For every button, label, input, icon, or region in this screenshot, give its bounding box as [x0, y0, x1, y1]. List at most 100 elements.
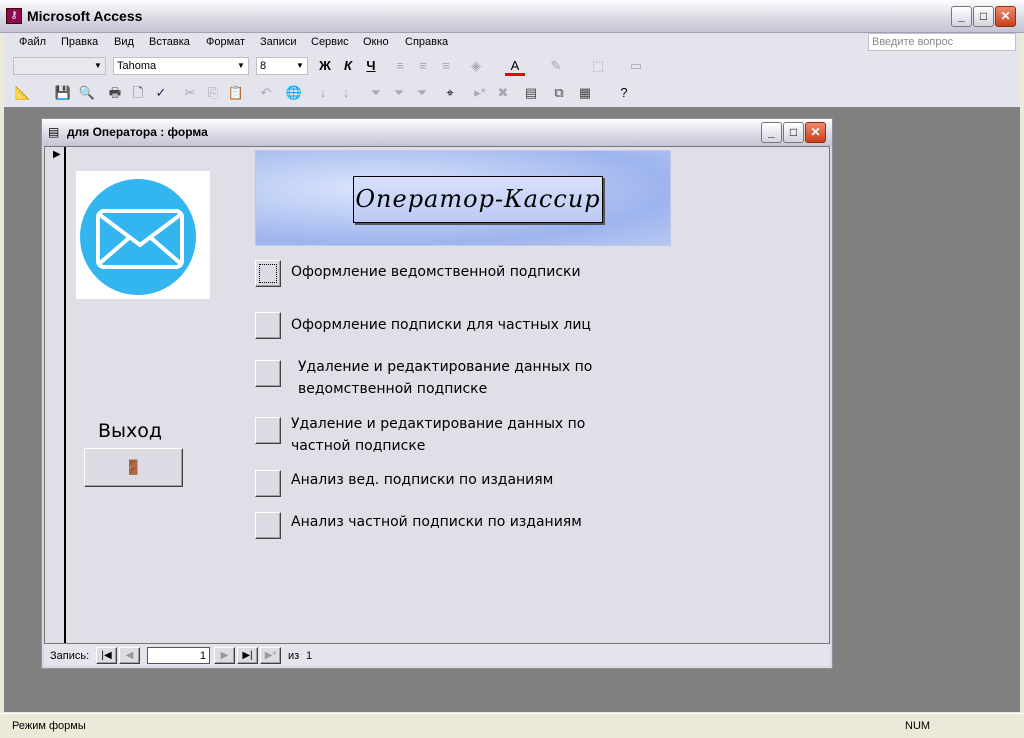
current-record-arrow-icon: ▶ — [53, 149, 61, 160]
option-1-button[interactable] — [255, 260, 281, 287]
chevron-down-icon: ▼ — [237, 61, 245, 70]
line-color-icon[interactable]: ✎ — [546, 56, 566, 76]
maximize-button[interactable]: □ — [973, 6, 994, 27]
envelope-icon — [80, 179, 196, 295]
filter-form-icon[interactable]: ⏷ — [389, 83, 409, 103]
properties-icon[interactable]: ▤ — [521, 83, 541, 103]
underline-button[interactable]: Ч — [361, 56, 381, 76]
option-5-label: Анализ вед. подписки по изданиям — [291, 472, 554, 488]
next-record-button[interactable]: ▶ — [214, 647, 235, 664]
option-1-label: Оформление ведомственной подписки — [291, 264, 581, 280]
banner-image: Оператор-Кассир — [255, 150, 671, 246]
menu-tools[interactable]: Сервис — [311, 36, 349, 48]
option-6-label: Анализ частной подписки по изданиям — [291, 514, 582, 530]
sort-ascending-icon[interactable]: ↓ — [313, 83, 333, 103]
save-icon[interactable]: 💾 — [53, 83, 73, 103]
status-mode: Режим формы — [12, 720, 86, 732]
option-5-button[interactable] — [255, 470, 281, 497]
app-title: Microsoft Access — [27, 8, 143, 24]
print-preview-icon[interactable]: 🗋 — [128, 83, 148, 103]
object-combo[interactable]: ▼ — [13, 57, 106, 75]
align-left-icon[interactable]: ≡ — [390, 56, 410, 76]
new-record-icon[interactable]: ▸* — [470, 83, 490, 103]
chevron-down-icon: ▼ — [94, 61, 102, 70]
option-4-label: Удаление и редактирование данных по част… — [291, 416, 586, 454]
font-combo[interactable]: Tahoma ▼ — [113, 57, 249, 75]
record-label: Запись: — [50, 650, 90, 662]
align-center-icon[interactable]: ≡ — [413, 56, 433, 76]
form-minimize-button[interactable]: _ — [761, 122, 782, 143]
form-body: ▶ Оператор-Кассир Оформление ведомственн… — [44, 146, 830, 644]
spelling-icon[interactable]: ✓ — [151, 83, 171, 103]
apply-filter-icon[interactable]: ⏷ — [412, 83, 432, 103]
status-num: NUM — [905, 720, 931, 732]
record-navigation-bar: Запись: |◀ ◀ 1 ▶ ▶| ▶* из 1 — [44, 644, 830, 667]
banner-title: Оператор-Кассир — [353, 176, 603, 223]
option-2-button[interactable] — [255, 312, 281, 339]
database-window-icon[interactable]: ⧉ — [549, 83, 569, 103]
last-record-button[interactable]: ▶| — [237, 647, 258, 664]
form-window: ▤ для Оператора : форма _ □ ✕ ▶ Оператор… — [41, 118, 833, 669]
form-title: для Оператора : форма — [67, 125, 208, 139]
chevron-down-icon: ▼ — [296, 61, 304, 70]
new-record-button[interactable]: ▶* — [260, 647, 281, 664]
minimize-button[interactable]: _ — [951, 6, 972, 27]
font-color-icon[interactable]: A — [505, 56, 525, 76]
font-size-value: 8 — [260, 60, 267, 72]
font-value: Tahoma — [117, 60, 157, 72]
menu-help[interactable]: Справка — [405, 36, 448, 48]
ask-question-input[interactable]: Введите вопрос — [868, 33, 1016, 51]
record-number-input[interactable]: 1 — [147, 647, 210, 664]
find-binoculars-icon[interactable]: ⌖ — [440, 83, 460, 103]
copy-icon[interactable]: ⎘ — [203, 83, 223, 103]
first-record-button[interactable]: |◀ — [96, 647, 117, 664]
previous-record-button[interactable]: ◀ — [119, 647, 140, 664]
menu-file[interactable]: Файл — [19, 36, 46, 48]
delete-record-icon[interactable]: ✖ — [493, 83, 513, 103]
record-of-label: из — [288, 650, 300, 662]
sort-descending-icon[interactable]: ↓ — [336, 83, 356, 103]
exit-door-icon: 🚪 — [124, 459, 143, 475]
view-design-icon[interactable]: 📐 — [13, 83, 33, 103]
file-search-icon[interactable]: 🔍 — [77, 83, 97, 103]
filter-selection-icon[interactable]: ⏷ — [366, 83, 386, 103]
menu-format[interactable]: Формат — [206, 36, 245, 48]
close-button[interactable]: ✕ — [995, 6, 1016, 27]
hyperlink-icon[interactable]: 🌐 — [284, 83, 304, 103]
record-total: 1 — [306, 650, 313, 662]
title-bar: ⚷ Microsoft Access _ □ ✕ — [0, 0, 1024, 33]
menu-window[interactable]: Окно — [363, 36, 389, 48]
menu-records[interactable]: Записи — [260, 36, 297, 48]
border-icon[interactable]: ⬚ — [588, 56, 608, 76]
form-icon: ▤ — [48, 125, 60, 139]
exit-button[interactable]: 🚪 — [84, 448, 183, 487]
italic-button[interactable]: К — [338, 56, 358, 76]
form-maximize-button[interactable]: □ — [783, 122, 804, 143]
option-2-label: Оформление подписки для частных лиц — [291, 317, 591, 333]
form-title-bar: ▤ для Оператора : форма _ □ ✕ — [42, 119, 832, 146]
envelope-image — [76, 171, 210, 299]
line-width-icon[interactable]: ▭ — [626, 56, 646, 76]
bold-button[interactable]: Ж — [315, 56, 335, 76]
option-4-button[interactable] — [255, 417, 281, 444]
menu-edit[interactable]: Правка — [61, 36, 98, 48]
access-key-icon: ⚷ — [6, 8, 22, 24]
exit-label: Выход — [98, 420, 163, 442]
option-3-button[interactable] — [255, 360, 281, 387]
undo-icon[interactable]: ↶ — [256, 83, 276, 103]
status-bar: Режим формы NUM — [0, 713, 1024, 738]
fill-color-icon[interactable]: ◈ — [466, 56, 486, 76]
option-3-label: Удаление и редактирование данных по ведо… — [298, 359, 593, 397]
font-size-combo[interactable]: 8 ▼ — [256, 57, 308, 75]
record-selector[interactable]: ▶ — [45, 147, 66, 643]
cut-icon[interactable]: ✂ — [180, 83, 200, 103]
menu-view[interactable]: Вид — [114, 36, 134, 48]
new-object-icon[interactable]: ▦ — [575, 83, 595, 103]
align-right-icon[interactable]: ≡ — [436, 56, 456, 76]
print-icon[interactable]: 🖶 — [105, 83, 125, 103]
option-6-button[interactable] — [255, 512, 281, 539]
help-icon[interactable]: ? — [614, 83, 634, 103]
menu-insert[interactable]: Вставка — [149, 36, 190, 48]
form-close-button[interactable]: ✕ — [805, 122, 826, 143]
paste-icon[interactable]: 📋 — [226, 83, 246, 103]
